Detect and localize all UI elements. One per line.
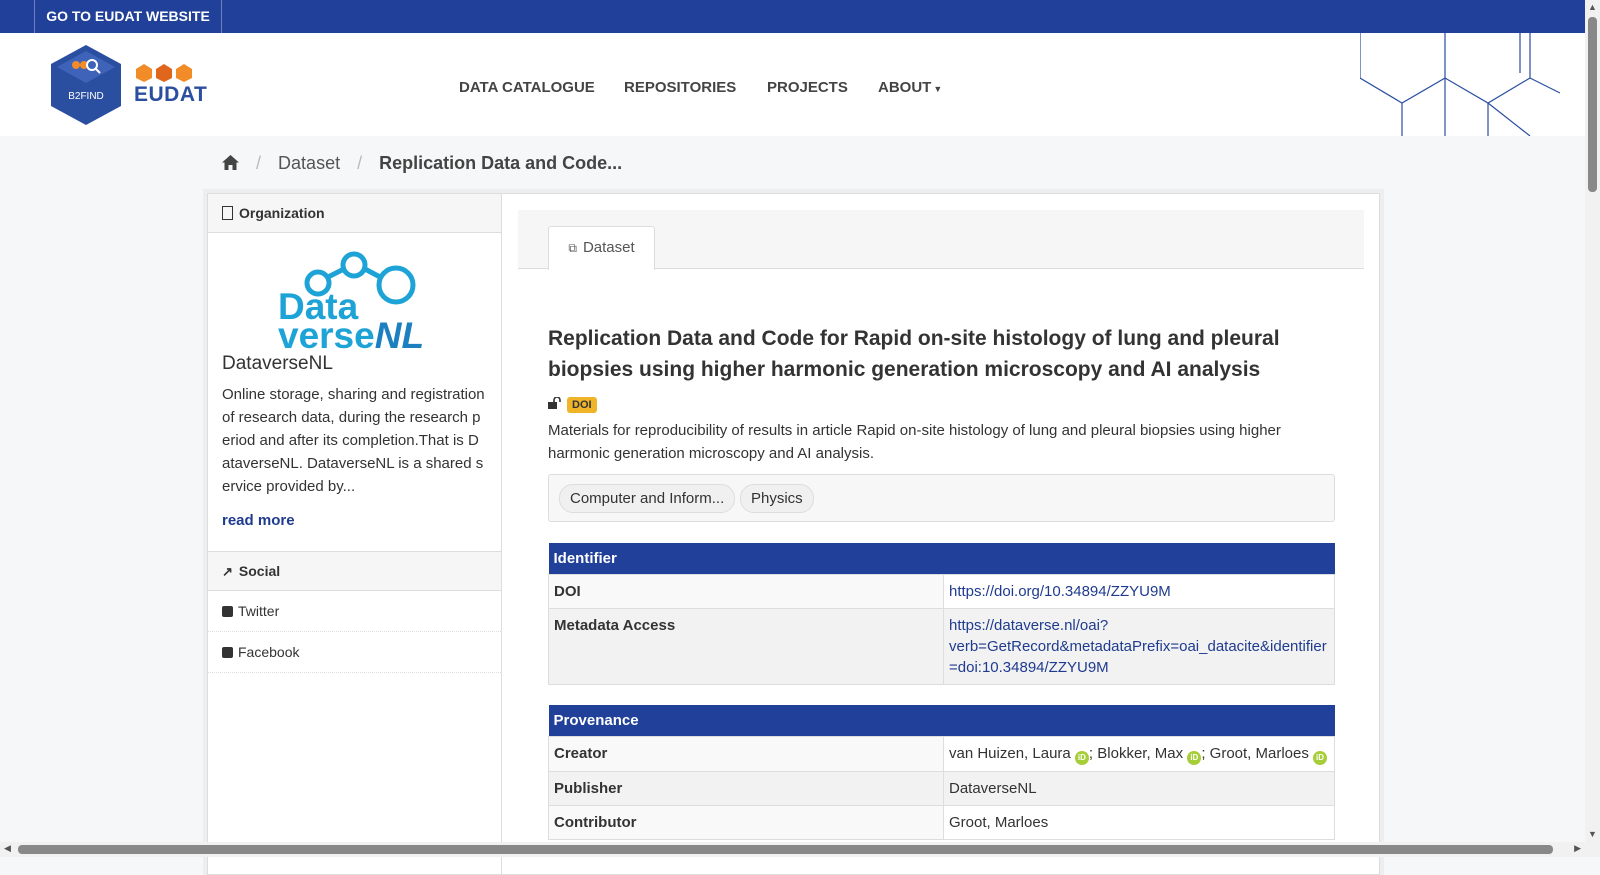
orcid-icon[interactable]: iD xyxy=(1313,751,1328,765)
creator-name: van Huizen, Laura xyxy=(949,745,1071,762)
identifier-table: Identifier DOI https://doi.org/10.34894/… xyxy=(548,543,1335,685)
nav-about[interactable]: ABOUT ▼ xyxy=(878,79,942,96)
creator-label: Creator xyxy=(548,736,944,772)
nav-projects[interactable]: PROJECTS xyxy=(767,79,848,96)
svg-text:verseNL: verseNL xyxy=(278,315,424,356)
building-icon xyxy=(222,206,233,220)
caret-down-icon: ▼ xyxy=(933,84,943,94)
vertical-scrollbar[interactable]: ▲ ▼ xyxy=(1585,0,1600,857)
doi-label: DOI xyxy=(548,574,944,609)
contributor-value: Groot, Marloes xyxy=(943,805,1335,840)
tab-dataset-label: Dataset xyxy=(582,239,635,256)
site-header: B2FIND EUDAT DATA CATALOGUE REPOSITORIES… xyxy=(0,33,1600,136)
metadata-access-link-part: https://dataverse.nl/oai? xyxy=(949,617,1109,634)
scroll-down-arrow-icon[interactable]: ▼ xyxy=(1588,829,1597,839)
tab-dataset[interactable]: ⧉ Dataset xyxy=(548,226,655,270)
identifier-heading: Identifier xyxy=(548,543,1335,575)
vertical-scroll-thumb[interactable] xyxy=(1588,17,1597,192)
dataset-notes: Materials for reproducibility of results… xyxy=(548,422,1281,462)
horizontal-scrollbar[interactable]: ◀ ▶ xyxy=(0,842,1585,857)
doi-badge: DOI xyxy=(567,397,597,413)
publisher-value: DataverseNL xyxy=(943,771,1335,806)
provenance-heading: Provenance xyxy=(548,705,1335,737)
dataset-title: Replication Data and Code for Rapid on-s… xyxy=(548,327,1280,381)
orcid-icon[interactable]: iD xyxy=(1074,751,1089,765)
scroll-left-arrow-icon[interactable]: ◀ xyxy=(4,843,11,854)
unlock-icon xyxy=(548,396,561,409)
b2find-logo[interactable]: B2FIND xyxy=(49,43,123,127)
tab-bar: ⧉ Dataset xyxy=(518,210,1364,270)
breadcrumb-dataset[interactable]: Dataset xyxy=(278,153,340,173)
go-to-eudat-link[interactable]: GO TO EUDAT WEBSITE xyxy=(34,0,222,33)
tag-list: Computer and Inform... Physics xyxy=(548,474,1335,522)
metadata-access-link-part: verb=GetRecord&metadataPrefix=oai_dataci… xyxy=(949,638,1327,655)
breadcrumb-separator: / xyxy=(256,153,262,173)
org-description: Online storage, sharing and registration… xyxy=(222,386,485,495)
twitter-icon xyxy=(222,606,233,617)
b2find-logo-text: B2FIND xyxy=(68,91,104,102)
share-icon: ↗ xyxy=(222,564,233,579)
home-icon[interactable] xyxy=(222,155,239,170)
social-heading-label: Social xyxy=(238,563,281,579)
creator-name: Groot, Marloes xyxy=(1209,745,1309,762)
dataverse-logo-line2: verse xyxy=(278,315,375,356)
metadata-access-label: Metadata Access xyxy=(548,608,944,685)
nav-data-catalogue[interactable]: DATA CATALOGUE xyxy=(459,79,595,96)
dataset-badges: DOI xyxy=(548,395,597,413)
breadcrumb: / Dataset / Replication Data and Code... xyxy=(222,153,622,174)
nav-repositories[interactable]: REPOSITORIES xyxy=(624,79,736,96)
social-heading: ↗ Social xyxy=(208,551,501,591)
social-facebook-label: Facebook xyxy=(238,644,300,660)
tag-item[interactable]: Physics xyxy=(740,484,814,513)
eudat-logo-text: EUDAT xyxy=(134,83,208,106)
sidebar: Organization Data verseNL DataverseNL On… xyxy=(208,194,502,874)
sitemap-icon: ⧉ xyxy=(568,241,577,255)
social-twitter-label: Twitter xyxy=(238,603,280,619)
nav-about-label: ABOUT xyxy=(878,79,932,96)
social-twitter[interactable]: Twitter xyxy=(208,591,501,632)
content-wrapper: Organization Data verseNL DataverseNL On… xyxy=(207,193,1380,875)
hexagon-decoration xyxy=(1360,33,1560,136)
organization-heading-label: Organization xyxy=(239,205,325,221)
publisher-label: Publisher xyxy=(548,771,944,806)
scroll-up-arrow-icon[interactable]: ▲ xyxy=(1588,2,1597,12)
orcid-icon[interactable]: iD xyxy=(1187,751,1202,765)
breadcrumb-current: Replication Data and Code... xyxy=(379,153,623,173)
tag-item[interactable]: Computer and Inform... xyxy=(559,484,736,513)
dataverse-logo[interactable]: Data verseNL xyxy=(208,233,501,356)
creator-value: van Huizen, Laura iD; Blokker, Max iD; G… xyxy=(943,736,1335,772)
contributor-label: Contributor xyxy=(548,805,944,840)
facebook-icon xyxy=(222,647,233,658)
creator-name: Blokker, Max xyxy=(1097,745,1184,762)
organization-heading: Organization xyxy=(208,194,501,233)
dataverse-logo-line2-suffix: NL xyxy=(375,315,424,356)
top-bar: GO TO EUDAT WEBSITE xyxy=(0,0,1600,33)
metadata-access-link[interactable]: https://dataverse.nl/oai? verb=GetRecord&… xyxy=(949,617,1327,676)
read-more-link[interactable]: read more xyxy=(208,512,501,529)
breadcrumb-separator: / xyxy=(357,153,363,173)
scroll-right-arrow-icon[interactable]: ▶ xyxy=(1574,843,1581,854)
provenance-table: Provenance Creator van Huizen, Laura iD;… xyxy=(548,705,1335,840)
primary-content: ⧉ Dataset Replication Data and Code for R… xyxy=(518,210,1364,840)
eudat-logo[interactable]: EUDAT xyxy=(134,61,208,107)
doi-link[interactable]: https://doi.org/10.34894/ZZYU9M xyxy=(949,583,1171,600)
metadata-access-link-part: =doi:10.34894/ZZYU9M xyxy=(949,659,1109,676)
horizontal-scroll-thumb[interactable] xyxy=(18,845,1553,854)
social-facebook[interactable]: Facebook xyxy=(208,632,501,673)
